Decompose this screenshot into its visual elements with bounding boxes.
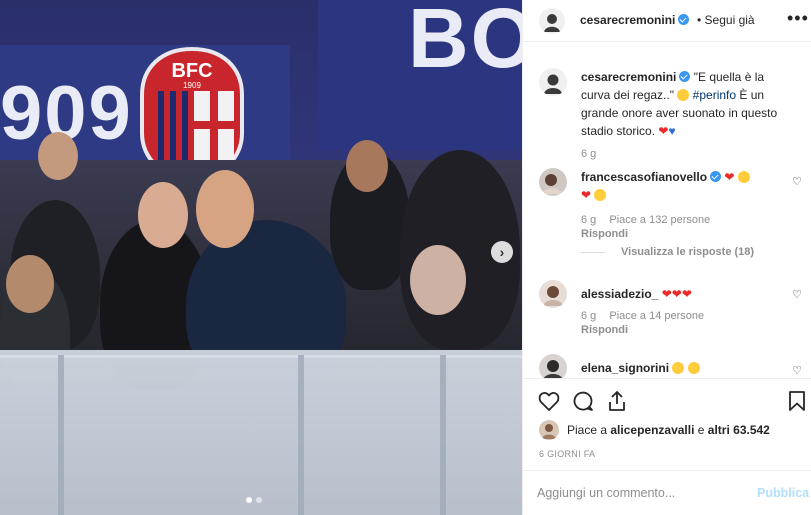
following-button[interactable]: Segui già (705, 13, 755, 27)
hashtag-link[interactable]: #perinfo (693, 88, 736, 102)
author-username[interactable]: cesarecremonini (580, 13, 690, 27)
head (6, 255, 54, 313)
comment-likes-count[interactable]: Piace a 132 persone (609, 214, 710, 226)
comment-meta: 6 g Piace a 132 persone (581, 214, 720, 226)
red-heart-emoji-icon: ❤ (581, 188, 592, 202)
post-header: cesarecremonini • Segui già ••• (523, 0, 811, 42)
post-side-panel: cesarecremonini • Segui già ••• cesarecr… (522, 0, 811, 515)
verified-badge-icon (678, 14, 690, 25)
carousel-next-button[interactable]: › (491, 241, 513, 263)
action-bar (523, 378, 811, 418)
commenter-avatar[interactable] (539, 280, 567, 308)
railing-post (440, 355, 446, 515)
head (410, 245, 466, 315)
blue-heart-emoji-icon: ♥ (668, 124, 676, 138)
add-comment-bar: Pubblica (523, 470, 811, 515)
commenter-avatar[interactable] (539, 354, 567, 378)
comment-age: 6 g (581, 214, 597, 226)
commenter-username[interactable]: alessiadezio_ (581, 287, 658, 301)
smile-emoji-icon (677, 89, 690, 101)
railing-post (298, 355, 304, 515)
post-photo[interactable]: 909 BO BFC 1909 › (0, 0, 522, 515)
carousel-dot (246, 497, 252, 503)
heart-eyes-emoji-icon (672, 362, 685, 374)
head (346, 140, 388, 192)
comment-icon[interactable] (571, 389, 595, 413)
head (196, 170, 254, 248)
comment-text: francescasofianovello ❤ ❤ (581, 168, 781, 204)
verified-badge-icon (679, 71, 691, 82)
comment-meta: 6 g Piace a 14 persone (581, 310, 714, 322)
caption-username[interactable]: cesarecremonini (581, 70, 676, 84)
comment-likes-count[interactable]: Piace a 14 persone (609, 310, 704, 322)
carousel-dot (256, 497, 262, 503)
separator: • (697, 13, 702, 27)
comments-list: cesarecremonini "E quella è la curva dei… (523, 42, 811, 378)
caption-text: cesarecremonini "E quella è la curva dei… (581, 68, 781, 140)
red-heart-emoji-icon: ❤ (658, 124, 669, 138)
red-heart-emoji-icon: ❤ (724, 170, 735, 184)
heart-outline-icon[interactable] (537, 389, 561, 413)
comment-like-icon[interactable]: ♡ (792, 364, 802, 377)
others-likes-link[interactable]: altri 63.542 (708, 423, 770, 437)
heart-eyes-emoji-icon (594, 189, 607, 201)
head (38, 132, 78, 180)
red-heart-emoji-icon: ❤❤❤ (661, 287, 692, 301)
more-options-icon[interactable]: ••• (787, 8, 809, 29)
verified-badge-icon (710, 171, 722, 182)
author-avatar[interactable] (539, 8, 565, 34)
comment-age: 6 g (581, 310, 597, 322)
commenter-avatar[interactable] (539, 168, 567, 196)
bookmark-icon[interactable] (785, 389, 809, 413)
view-replies-button[interactable]: Visualizza le risposte (18) (581, 246, 754, 258)
heart-eyes-emoji-icon (737, 171, 750, 183)
svg-text:BFC: BFC (171, 60, 212, 82)
comment-text: alessiadezio_ ❤❤❤ (581, 285, 781, 303)
head (138, 182, 188, 248)
publish-button[interactable]: Pubblica (757, 486, 809, 500)
carousel-dots (246, 497, 262, 503)
likes-summary: Piace a alicepenzavalli e altri 63.542 (539, 420, 770, 440)
commenter-username[interactable]: francescasofianovello (581, 170, 707, 184)
railing-post (58, 355, 64, 515)
share-icon[interactable] (605, 389, 629, 413)
follow-status[interactable]: • Segui già (697, 13, 755, 27)
reply-button[interactable]: Rispondi (581, 324, 628, 336)
post-timestamp[interactable]: 6 GIORNI FA (539, 449, 595, 459)
svg-text:1909: 1909 (183, 81, 201, 90)
comment-like-icon[interactable]: ♡ (792, 175, 802, 188)
heart-eyes-emoji-icon (687, 362, 700, 374)
liker-username[interactable]: alicepenzavalli (610, 423, 694, 437)
comment-like-icon[interactable]: ♡ (792, 288, 802, 301)
commenter-username[interactable]: elena_signorini (581, 361, 669, 375)
comment-input[interactable] (537, 483, 737, 503)
liker-avatar[interactable] (539, 420, 559, 440)
caption-age: 6 g (581, 148, 597, 160)
author-avatar[interactable] (539, 68, 567, 96)
banner-text-bo: BO (408, 0, 522, 85)
comment-text: elena_signorini (581, 359, 781, 377)
reply-button[interactable]: Rispondi (581, 228, 628, 240)
